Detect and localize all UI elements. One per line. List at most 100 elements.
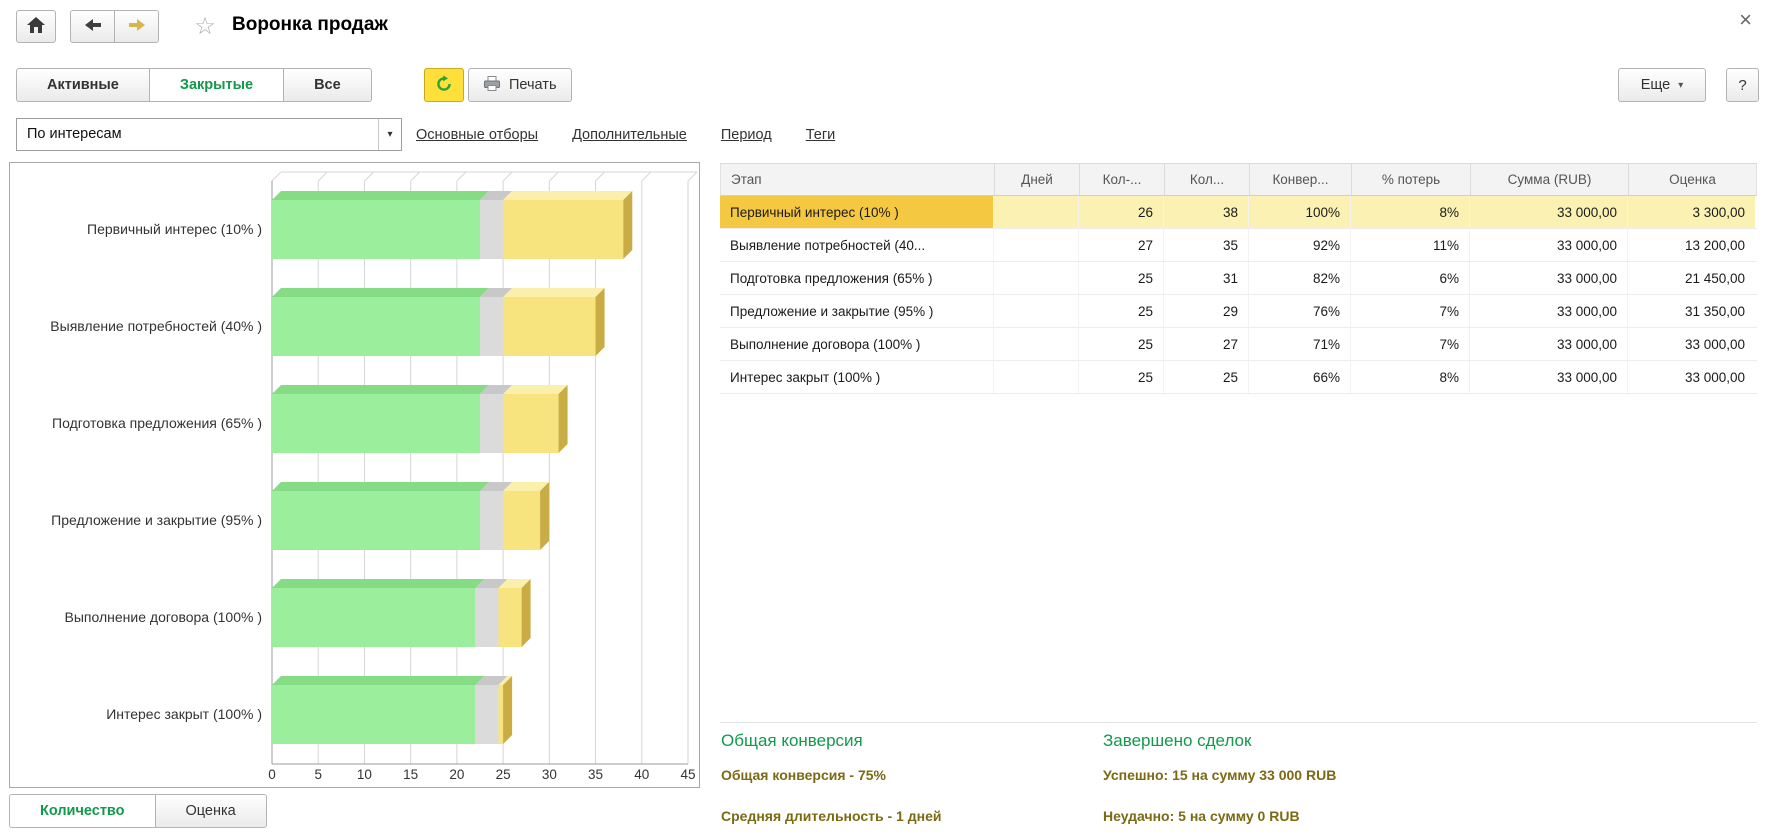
value-cell: 3 300,00 (1628, 196, 1755, 228)
gridline-cap (549, 172, 558, 181)
summary-conversion: Общая конверсия Общая конверсия - 75% Сре… (721, 731, 941, 836)
yellow-segment (498, 685, 503, 744)
link-main-filters[interactable]: Основные отборы (416, 127, 538, 143)
funnel-bar[interactable] (272, 191, 632, 259)
column-header-6[interactable]: Сумма (RUB) (1471, 164, 1629, 195)
chevron-down-icon: ▾ (1678, 80, 1683, 91)
stage-cell: Предложение и закрытие (95% ) (720, 295, 994, 327)
column-header-0[interactable]: Этап (721, 164, 995, 195)
link-additional-filters[interactable]: Дополнительные (572, 127, 687, 143)
home-button[interactable] (16, 10, 56, 43)
summary-conversion-title: Общая конверсия (721, 731, 941, 751)
mode-quantity[interactable]: Количество (9, 794, 156, 828)
bar-end-cap (503, 676, 512, 744)
yellow-segment-top (503, 191, 632, 200)
value-cell (994, 328, 1079, 360)
grouping-select[interactable]: По интересам ▾ (16, 118, 402, 151)
category-label: Подготовка предложения (65% ) (52, 415, 262, 431)
x-tick-label: 20 (449, 767, 464, 782)
column-header-2[interactable]: Кол-... (1080, 164, 1165, 195)
column-header-3[interactable]: Кол... (1165, 164, 1250, 195)
yellow-segment (503, 200, 623, 259)
value-cell: 31 350,00 (1628, 295, 1755, 327)
value-cell: 7% (1351, 328, 1470, 360)
bar-end-cap (540, 482, 549, 550)
stage-cell: Первичный интерес (10% ) (720, 196, 994, 228)
value-cell: 25 (1164, 361, 1249, 393)
table-row[interactable]: Первичный интерес (10% )2638100%8%33 000… (720, 196, 1757, 229)
value-cell: 27 (1079, 229, 1164, 261)
value-cell: 71% (1249, 328, 1351, 360)
favorite-star-icon[interactable]: ☆ (188, 10, 222, 43)
x-tick-label: 0 (268, 767, 276, 782)
funnel-bar[interactable] (272, 385, 568, 453)
table-row[interactable]: Подготовка предложения (65% )253182%6%33… (720, 262, 1757, 295)
category-label: Выявление потребностей (40% ) (50, 318, 262, 334)
gridline-cap (642, 172, 651, 181)
tab-active[interactable]: Активные (16, 68, 150, 102)
value-cell: 33 000,00 (1628, 361, 1755, 393)
gridline-cap (688, 172, 697, 181)
more-button[interactable]: Еще ▾ (1618, 68, 1706, 102)
x-tick-label: 30 (542, 767, 557, 782)
value-cell: 100% (1249, 196, 1351, 228)
back-button[interactable] (70, 10, 115, 43)
summary-deals-lines: Успешно: 15 на сумму 33 000 RUBНеудачно:… (1103, 767, 1336, 824)
gray-segment (480, 491, 503, 550)
value-cell: 33 000,00 (1470, 328, 1628, 360)
value-cell: 33 000,00 (1470, 295, 1628, 327)
refresh-button[interactable] (424, 68, 464, 102)
select-dropdown-icon[interactable]: ▾ (378, 119, 401, 150)
value-cell: 8% (1351, 361, 1470, 393)
tab-all[interactable]: Все (283, 68, 372, 102)
funnel-chart-panel: 051015202530354045Первичный интерес (10%… (9, 162, 700, 788)
funnel-chart[interactable]: 051015202530354045Первичный интерес (10%… (10, 163, 699, 787)
column-header-4[interactable]: Конвер... (1250, 164, 1352, 195)
column-header-5[interactable]: % потерь (1352, 164, 1471, 195)
value-cell (994, 229, 1079, 261)
value-cell: 92% (1249, 229, 1351, 261)
table-row[interactable]: Выполнение договора (100% )252771%7%33 0… (720, 328, 1757, 361)
forward-button[interactable] (114, 10, 159, 43)
summary-line: Средняя длительность - 1 дней (721, 808, 941, 824)
funnel-bar[interactable] (272, 676, 512, 744)
close-icon[interactable]: × (1733, 6, 1758, 34)
value-cell: 33 000,00 (1628, 328, 1755, 360)
printer-icon (483, 75, 501, 95)
value-cell: 6% (1351, 262, 1470, 294)
funnel-bar[interactable] (272, 482, 549, 550)
stage-cell: Выполнение договора (100% ) (720, 328, 994, 360)
bar-end-cap (623, 191, 632, 259)
value-cell: 31 (1164, 262, 1249, 294)
x-tick-label: 10 (357, 767, 372, 782)
gray-segment (480, 200, 503, 259)
table-row[interactable]: Интерес закрыт (100% )252566%8%33 000,00… (720, 361, 1757, 394)
yellow-segment (503, 491, 540, 550)
link-tags[interactable]: Теги (806, 127, 836, 143)
green-segment (272, 588, 475, 647)
table-row[interactable]: Выявление потребностей (40...273592%11%3… (720, 229, 1757, 262)
link-period[interactable]: Период (721, 127, 772, 143)
back-arrow-icon (84, 18, 102, 36)
help-button[interactable]: ? (1726, 68, 1759, 102)
print-button[interactable]: Печать (468, 68, 572, 102)
table-row[interactable]: Предложение и закрытие (95% )252976%7%33… (720, 295, 1757, 328)
table-body: Первичный интерес (10% )2638100%8%33 000… (720, 196, 1757, 394)
value-cell: 33 000,00 (1470, 262, 1628, 294)
column-header-1[interactable]: Дней (995, 164, 1080, 195)
filter-links: Основные отборы Дополнительные Период Теги (416, 118, 835, 151)
summary-deals: Завершено сделок Успешно: 15 на сумму 33… (1103, 731, 1336, 836)
x-tick-label: 45 (680, 767, 695, 782)
more-button-label: Еще (1641, 77, 1671, 93)
green-segment-top (272, 385, 489, 394)
page-title: Воронка продаж (232, 14, 388, 36)
green-segment (272, 685, 475, 744)
tab-closed[interactable]: Закрытые (149, 68, 284, 102)
yellow-segment (498, 588, 521, 647)
bar-end-cap (522, 579, 531, 647)
summary-line: Общая конверсия - 75% (721, 767, 941, 783)
funnel-bar[interactable] (272, 579, 531, 647)
funnel-bar[interactable] (272, 288, 605, 356)
mode-score[interactable]: Оценка (155, 794, 267, 828)
column-header-7[interactable]: Оценка (1629, 164, 1756, 195)
